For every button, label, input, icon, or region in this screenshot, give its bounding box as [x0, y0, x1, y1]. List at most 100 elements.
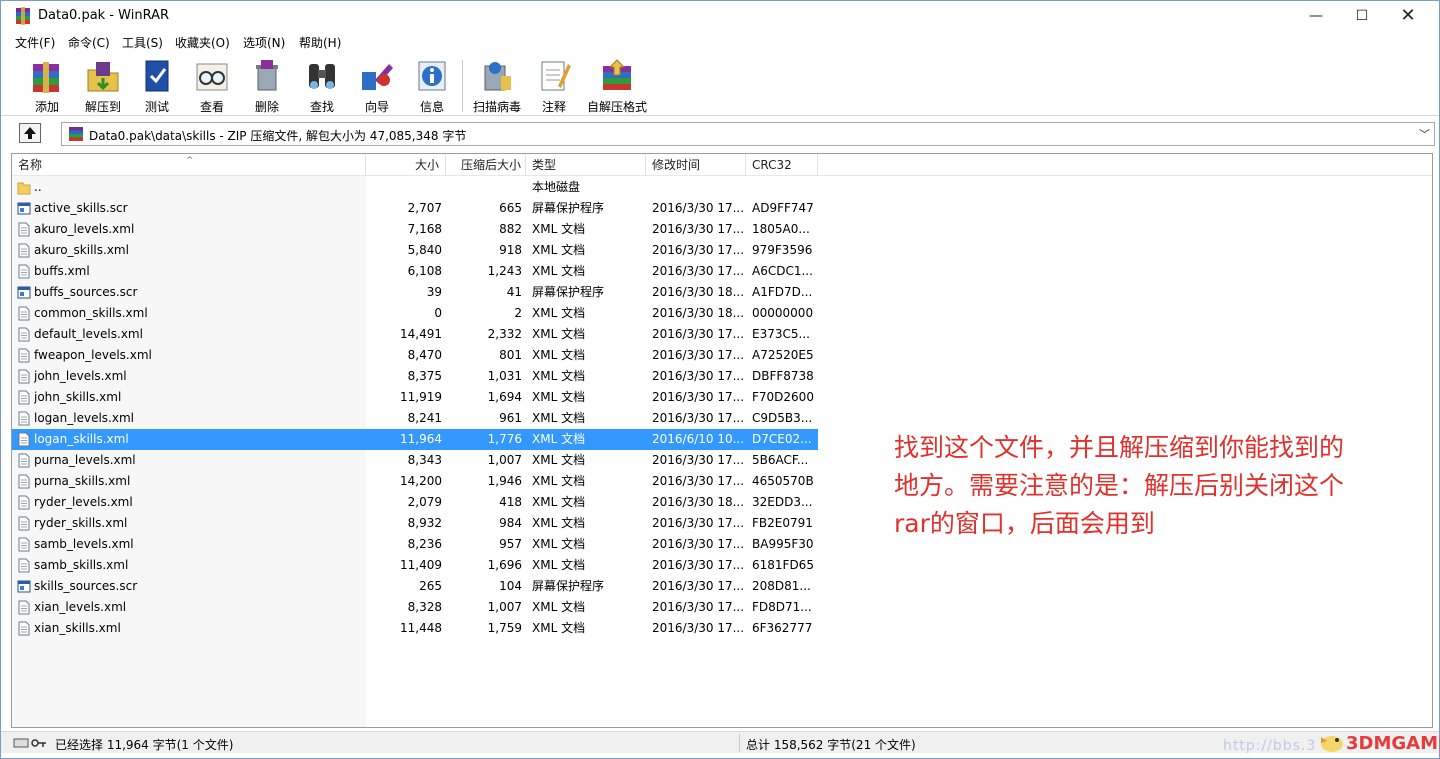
file-packed-size: 1,694	[487, 390, 522, 404]
table-row[interactable]: xian_skills.xml 11,448 1,759 XML 文档 2016/3/3…	[12, 618, 818, 639]
file-modified: 2016/3/30 17...	[652, 537, 745, 551]
file-packed-size: 1,007	[487, 453, 522, 467]
file-crc: 32EDD3...	[752, 495, 813, 509]
column-header-type[interactable]: 类型	[526, 154, 646, 176]
file-size: 6,108	[407, 264, 442, 278]
menu-favorites[interactable]: 收藏夹(O)	[175, 34, 230, 51]
table-row[interactable]: ryder_levels.xml 2,079 418 XML 文档 2016/3/30 …	[12, 492, 818, 513]
file-type: 屏幕保护程序	[532, 201, 605, 215]
file-packed-size: 1,696	[487, 558, 522, 572]
xml-file-icon	[17, 495, 31, 510]
screensaver-icon	[17, 201, 31, 216]
file-size: 5,840	[407, 243, 442, 257]
file-crc: 4650570B	[752, 474, 814, 488]
xml-file-icon	[17, 516, 31, 531]
menu-tools[interactable]: 工具(S)	[122, 34, 163, 51]
add-books-icon	[33, 62, 59, 93]
virus-scan-button[interactable]: 扫描病毒	[471, 56, 523, 114]
table-row[interactable]: purna_levels.xml 8,343 1,007 XML 文档 2016/3/3…	[12, 450, 818, 471]
table-row[interactable]: akuro_levels.xml 7,168 882 XML 文档 2016/3/30 …	[12, 219, 818, 240]
xml-file-icon	[17, 621, 31, 636]
file-modified: 2016/3/30 17...	[652, 243, 745, 257]
window-title: Data0.pak - WinRAR	[38, 8, 169, 23]
close-button[interactable]: ✕	[1385, 1, 1431, 31]
table-row[interactable]: buffs.xml 6,108 1,243 XML 文档 2016/3/30 17...…	[12, 261, 818, 282]
info-button[interactable]: 信息	[406, 56, 458, 114]
file-type: XML 文档	[532, 327, 586, 341]
file-crc: 208D81...	[752, 579, 811, 593]
comment-button[interactable]: 注释	[528, 56, 580, 114]
file-size: 8,236	[407, 537, 442, 551]
column-header-modified[interactable]: 修改时间	[646, 154, 746, 176]
title-bar[interactable]: Data0.pak - WinRAR — ☐ ✕	[1, 1, 1439, 31]
file-size: 39	[426, 285, 442, 299]
file-name: samb_levels.xml	[34, 537, 134, 551]
annotation-line: rar的窗口，后面会用到	[894, 509, 1155, 538]
file-modified: 2016/3/30 17...	[652, 516, 745, 530]
table-row[interactable]: samb_levels.xml 8,236 957 XML 文档 2016/3/30 1…	[12, 534, 818, 555]
folder-icon	[17, 180, 31, 195]
column-header-crc[interactable]: CRC32	[746, 154, 818, 176]
table-row[interactable]: john_skills.xml 11,919 1,694 XML 文档 2016/3/3…	[12, 387, 818, 408]
file-packed-size: 2,332	[487, 327, 522, 341]
table-row[interactable]: logan_skills.xml 11,964 1,776 XML 文档 2016/6/…	[12, 429, 818, 450]
file-size: 8,241	[407, 411, 442, 425]
up-folder-button[interactable]	[19, 123, 41, 143]
file-size: 11,964	[400, 432, 442, 446]
file-name: default_levels.xml	[34, 327, 143, 341]
table-row[interactable]: ryder_skills.xml 8,932 984 XML 文档 2016/3/30 …	[12, 513, 818, 534]
menu-options[interactable]: 选项(N)	[243, 34, 285, 51]
virus-scan-icon	[484, 62, 511, 91]
table-row[interactable]: buffs_sources.scr 39 41 屏幕保护程序 2016/3/30 18.…	[12, 282, 818, 303]
up-arrow-icon	[24, 127, 36, 139]
xml-file-icon	[17, 390, 31, 405]
file-type: XML 文档	[532, 264, 586, 278]
menu-commands[interactable]: 命令(C)	[68, 34, 110, 51]
test-book-icon	[145, 60, 169, 92]
xml-file-icon	[17, 411, 31, 426]
table-row[interactable]: john_levels.xml 8,375 1,031 XML 文档 2016/3/30…	[12, 366, 818, 387]
minimize-button[interactable]: —	[1293, 1, 1339, 31]
file-size: 2,707	[407, 201, 442, 215]
file-modified: 2016/3/30 17...	[652, 222, 745, 236]
file-type: XML 文档	[532, 222, 586, 236]
xml-file-icon	[17, 222, 31, 237]
file-modified: 2016/3/30 17...	[652, 474, 745, 488]
sfx-button[interactable]: 自解压格式	[587, 56, 647, 114]
table-row[interactable]: .. 本地磁盘	[12, 177, 818, 198]
menu-help[interactable]: 帮助(H)	[299, 34, 341, 51]
file-crc: A72520E5	[752, 348, 814, 362]
column-header-name[interactable]: 名称 ^	[12, 154, 366, 176]
path-combobox[interactable]: Data0.pak\data\skills - ZIP 压缩文件, 解包大小为 …	[61, 122, 1435, 146]
xml-file-icon	[17, 264, 31, 279]
table-row[interactable]: purna_skills.xml 14,200 1,946 XML 文档 2016/3/…	[12, 471, 818, 492]
table-row[interactable]: default_levels.xml 14,491 2,332 XML 文档 2016/…	[12, 324, 818, 345]
file-name: samb_skills.xml	[34, 558, 129, 572]
table-row[interactable]: xian_levels.xml 8,328 1,007 XML 文档 2016/3/30…	[12, 597, 818, 618]
file-packed-size: 882	[499, 222, 522, 236]
maximize-button[interactable]: ☐	[1339, 1, 1385, 31]
menu-file[interactable]: 文件(F)	[15, 34, 55, 51]
table-row[interactable]: akuro_skills.xml 5,840 918 XML 文档 2016/3/30 …	[12, 240, 818, 261]
file-packed-size: 418	[499, 495, 522, 509]
table-row[interactable]: active_skills.scr 2,707 665 屏幕保护程序 2016/3/30…	[12, 198, 818, 219]
table-row[interactable]: logan_levels.xml 8,241 961 XML 文档 2016/3/30 …	[12, 408, 818, 429]
screensaver-icon	[17, 285, 31, 300]
table-row[interactable]: samb_skills.xml 11,409 1,696 XML 文档 2016/3/3…	[12, 555, 818, 576]
column-header-packed[interactable]: 压缩后大小	[446, 154, 526, 176]
file-crc: 5B6ACF...	[752, 453, 809, 467]
file-name: purna_levels.xml	[34, 453, 136, 467]
file-name: akuro_skills.xml	[34, 243, 129, 257]
chevron-down-icon[interactable]: ﹀	[1419, 126, 1430, 142]
file-size: 11,919	[400, 390, 442, 404]
file-crc: A1FD7D...	[752, 285, 813, 299]
archive-icon	[69, 127, 83, 141]
column-header-size[interactable]: 大小	[366, 154, 446, 176]
file-name: xian_skills.xml	[34, 621, 121, 635]
add-button[interactable]: 添加	[21, 56, 73, 114]
xml-file-icon	[17, 537, 31, 552]
table-row[interactable]: common_skills.xml 0 2 XML 文档 2016/3/30 18...…	[12, 303, 818, 324]
table-row[interactable]: fweapon_levels.xml 8,470 801 XML 文档 2016/3/3…	[12, 345, 818, 366]
table-row[interactable]: skills_sources.scr 265 104 屏幕保护程序 2016/3/30 …	[12, 576, 818, 597]
column-header-row: 名称 ^ 大小 压缩后大小 类型 修改时间 CRC32	[12, 154, 1432, 176]
